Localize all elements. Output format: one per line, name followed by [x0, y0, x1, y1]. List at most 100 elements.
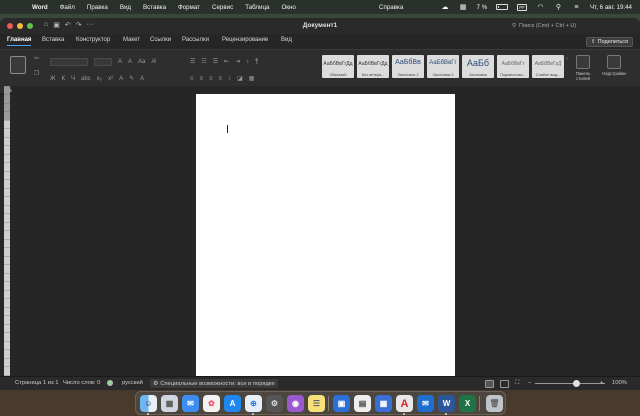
menu-format[interactable]: Формат: [178, 4, 200, 11]
tab-design[interactable]: Конструктор: [76, 37, 110, 43]
spotlight-icon[interactable]: ⚲: [554, 4, 563, 11]
creative-cloud-icon[interactable]: ☁: [441, 4, 450, 11]
status-grid-icon[interactable]: ▦: [459, 4, 468, 11]
settings-icon[interactable]: ⚙: [266, 395, 283, 412]
calendar-icon[interactable]: ▤: [354, 395, 371, 412]
highlight-icon[interactable]: ✎: [129, 75, 134, 82]
copy-icon[interactable]: ❐: [34, 70, 39, 77]
style-heading-1[interactable]: АаБбВв Заголовок 1: [392, 55, 424, 78]
wifi-icon[interactable]: ◠: [536, 4, 545, 11]
language[interactable]: русский: [122, 380, 143, 386]
document-page[interactable]: [196, 94, 455, 376]
sort-icon[interactable]: ↕: [246, 59, 249, 65]
bold-icon[interactable]: Ж: [50, 76, 56, 82]
menu-tools[interactable]: Сервис: [212, 4, 233, 11]
vertical-ruler[interactable]: [4, 86, 10, 376]
control-center-icon[interactable]: ≡: [572, 4, 581, 11]
menu-window[interactable]: Окно: [281, 4, 295, 11]
menu-file[interactable]: Файл: [60, 4, 75, 11]
preview-icon[interactable]: ▣: [333, 395, 350, 412]
increase-indent-icon[interactable]: ⇥: [235, 58, 240, 65]
tab-layout[interactable]: Макет: [123, 37, 140, 43]
bullets-icon[interactable]: ☰: [190, 58, 195, 65]
focus-icon[interactable]: ⛶: [515, 380, 519, 387]
menu-table[interactable]: Таблица: [245, 4, 269, 11]
tab-review[interactable]: Рецензирование: [222, 37, 268, 43]
menu-insert[interactable]: Вставка: [143, 4, 166, 11]
subscript-icon[interactable]: x₂: [97, 76, 102, 82]
tab-references[interactable]: Ссылки: [150, 37, 171, 43]
align-left-icon[interactable]: ≡: [190, 76, 194, 82]
style-no-spacing[interactable]: АаБбВвГгДд Без интерв...: [357, 55, 389, 78]
web-layout-icon[interactable]: [500, 380, 509, 388]
menu-edit[interactable]: Правка: [87, 4, 108, 11]
zoom-in-icon[interactable]: +: [600, 380, 603, 386]
change-case-icon[interactable]: Aa: [138, 59, 145, 65]
tab-mailings[interactable]: Рассылки: [182, 37, 209, 43]
line-spacing-icon[interactable]: ↕: [228, 76, 231, 82]
app-store-icon[interactable]: A: [224, 395, 241, 412]
style-subtle-emphasis[interactable]: АаБбВвГгД Слабое выд...: [532, 55, 564, 78]
align-right-icon[interactable]: ≡: [209, 76, 213, 82]
word-icon[interactable]: W: [438, 395, 455, 412]
justify-icon[interactable]: ≡: [219, 76, 223, 82]
print-layout-icon[interactable]: [485, 380, 494, 388]
photos-icon[interactable]: ✿: [203, 395, 220, 412]
accessibility-status[interactable]: ⚙ Специальные возможности: все в порядке: [150, 379, 278, 388]
shading-icon[interactable]: ◪: [237, 75, 243, 82]
proofing-icon[interactable]: [107, 380, 113, 386]
zoom-slider-thumb[interactable]: [573, 380, 580, 387]
menu-help[interactable]: Справка: [379, 4, 403, 11]
strikethrough-icon[interactable]: abc: [81, 76, 91, 82]
style-title[interactable]: АаБб Заголовок: [462, 55, 494, 78]
safari-icon[interactable]: ⊕: [245, 395, 262, 412]
page-count[interactable]: Страница 1 из 1: [15, 380, 58, 386]
borders-icon[interactable]: ▦: [249, 75, 255, 82]
excel-icon[interactable]: X: [459, 395, 476, 412]
show-marks-icon[interactable]: ¶: [255, 59, 258, 65]
font-color-icon[interactable]: A: [140, 76, 144, 82]
style-heading-2[interactable]: АаБбВвГг Заголовок 2: [427, 55, 459, 78]
font-name-select[interactable]: [50, 58, 88, 66]
shrink-font-icon[interactable]: A: [128, 59, 132, 65]
clear-formatting-icon[interactable]: A̸: [151, 59, 155, 65]
styles-pane-button[interactable]: Панель стилей: [570, 55, 596, 81]
search-box[interactable]: ⚲ Поиск (Cmd + Ctrl + U): [512, 21, 634, 31]
cut-icon[interactable]: ✂: [34, 55, 39, 62]
text-effects-icon[interactable]: A: [119, 76, 123, 82]
addins-button[interactable]: Надстройки: [601, 55, 627, 76]
outlook-icon[interactable]: ✉: [417, 395, 434, 412]
grow-font-icon[interactable]: A: [118, 59, 122, 65]
numbering-icon[interactable]: ☷: [201, 58, 206, 65]
multilevel-list-icon[interactable]: ☰: [213, 58, 218, 65]
font-size-select[interactable]: [94, 58, 112, 66]
superscript-icon[interactable]: x²: [108, 76, 113, 82]
trash-icon[interactable]: 🗑: [486, 395, 503, 412]
finder-icon[interactable]: ☺: [140, 395, 157, 412]
style-subtitle[interactable]: АаБбВвГг Подзаголово...: [497, 55, 529, 78]
launchpad-icon[interactable]: ▦: [161, 395, 178, 412]
tab-insert[interactable]: Вставка: [42, 37, 64, 43]
share-button[interactable]: ⇪ Поделиться: [586, 37, 633, 47]
align-center-icon[interactable]: ≡: [200, 76, 204, 82]
menu-view[interactable]: Вид: [120, 4, 131, 11]
battery-icon[interactable]: [496, 4, 509, 10]
tab-home[interactable]: Главная: [7, 37, 32, 46]
style-normal[interactable]: АаБбВвГгДд Обычный: [322, 55, 354, 78]
underline-icon[interactable]: Ч: [71, 76, 75, 82]
podcasts-icon[interactable]: ◉: [287, 395, 304, 412]
menu-app-name[interactable]: Word: [32, 4, 48, 11]
italic-icon[interactable]: К: [62, 76, 66, 82]
zoom-out-icon[interactable]: −: [528, 380, 531, 386]
word-count[interactable]: Число слов: 0: [63, 380, 100, 386]
zoom-level[interactable]: 100%: [612, 380, 627, 386]
notes-icon[interactable]: ☰: [308, 395, 325, 412]
grid-icon[interactable]: ▦: [375, 395, 392, 412]
zoom-slider[interactable]: [535, 380, 605, 387]
acrobat-icon[interactable]: A: [396, 395, 413, 412]
tab-view[interactable]: Вид: [281, 37, 292, 43]
decrease-indent-icon[interactable]: ⇤: [224, 58, 229, 65]
keyboard-layout-icon[interactable]: PF: [517, 3, 527, 11]
menubar-clock[interactable]: Чт, 6 авг. 19:44: [590, 4, 632, 11]
mail-icon[interactable]: ✉: [182, 395, 199, 412]
